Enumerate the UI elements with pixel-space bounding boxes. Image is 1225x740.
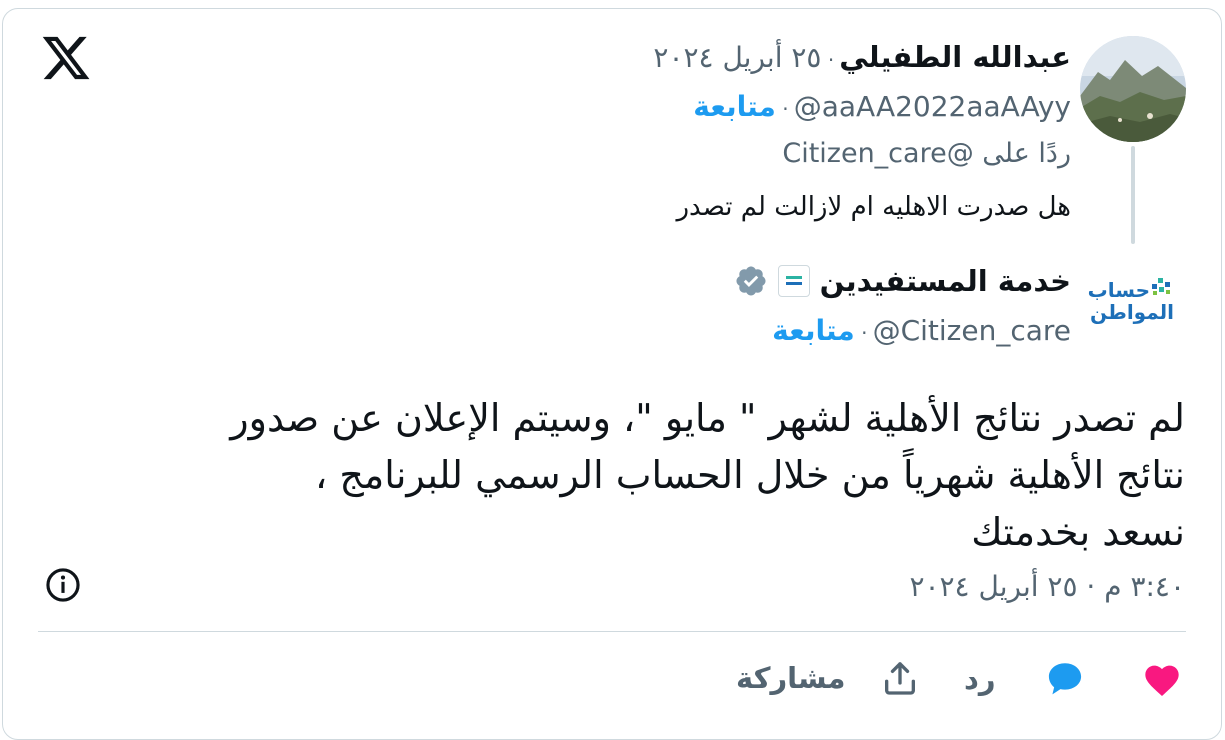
logo-text-bottom: المواطن (1089, 300, 1174, 324)
replying-to-label[interactable]: ردًا على @Citizen_care (782, 138, 1071, 169)
main-handle-row: @Citizen_care · متابعة (772, 314, 1071, 347)
main-text-line: لم تصدر نتائج الأهلية لشهر " مايو "، وسي… (230, 396, 1185, 440)
thread-connector-line (1131, 146, 1135, 244)
divider (38, 631, 1186, 632)
affiliate-badge[interactable] (777, 265, 810, 297)
x-logo-icon[interactable] (40, 30, 92, 86)
main-author-name[interactable]: خدمة المستفيدين (820, 264, 1071, 298)
heart-icon[interactable] (1142, 660, 1182, 700)
avatar-landscape-image (1080, 36, 1186, 142)
separator-dot: · (821, 48, 835, 72)
main-text-line: نتائج الأهلية شهرياً من خلال الحساب الرس… (315, 453, 1185, 497)
share-icon[interactable] (880, 658, 920, 698)
reply-text: هل صدرت الاهليه ام لازالت لم تصدر (676, 192, 1072, 222)
separator-dot: · (854, 321, 868, 345)
reply-bubble-icon[interactable] (1044, 658, 1086, 700)
share-action-label[interactable]: مشاركة (736, 661, 846, 695)
main-header: خدمة المستفيدين (734, 264, 1071, 298)
info-icon[interactable] (44, 566, 82, 604)
main-tweet-text: لم تصدر نتائج الأهلية لشهر " مايو "، وسي… (65, 390, 1185, 561)
reply-author-name[interactable]: عبدالله الطفيلي (839, 40, 1071, 74)
reply-handle[interactable]: @aaAA2022aaAAyy (794, 90, 1071, 123)
reply-action-label[interactable]: رد (964, 662, 996, 696)
citizen-account-logo[interactable]: حساب المواطن (1082, 260, 1182, 360)
main-follow-button[interactable]: متابعة (772, 314, 855, 347)
reply-date[interactable]: ٢٥ أبريل ٢٠٢٤ (653, 41, 821, 74)
reply-action[interactable]: رد (964, 658, 1086, 700)
reply-follow-button[interactable]: متابعة (693, 90, 776, 123)
reply-handle-row: @aaAA2022aaAAyy · متابعة (693, 90, 1071, 123)
main-text-line: نسعد بخدمتك (971, 510, 1185, 554)
avatar[interactable] (1080, 36, 1186, 142)
logo-text-top: حساب (1087, 278, 1150, 302)
share-action[interactable]: مشاركة (736, 658, 920, 698)
reply-header: عبدالله الطفيلي · ٢٥ أبريل ٢٠٢٤ (653, 40, 1071, 74)
main-handle[interactable]: @Citizen_care (873, 314, 1071, 347)
tweet-timestamp[interactable]: ٣:٤٠ م · ٢٥ أبريل ٢٠٢٤ (909, 570, 1185, 603)
separator-dot: · (775, 97, 789, 121)
verified-badge-icon[interactable] (734, 264, 768, 298)
